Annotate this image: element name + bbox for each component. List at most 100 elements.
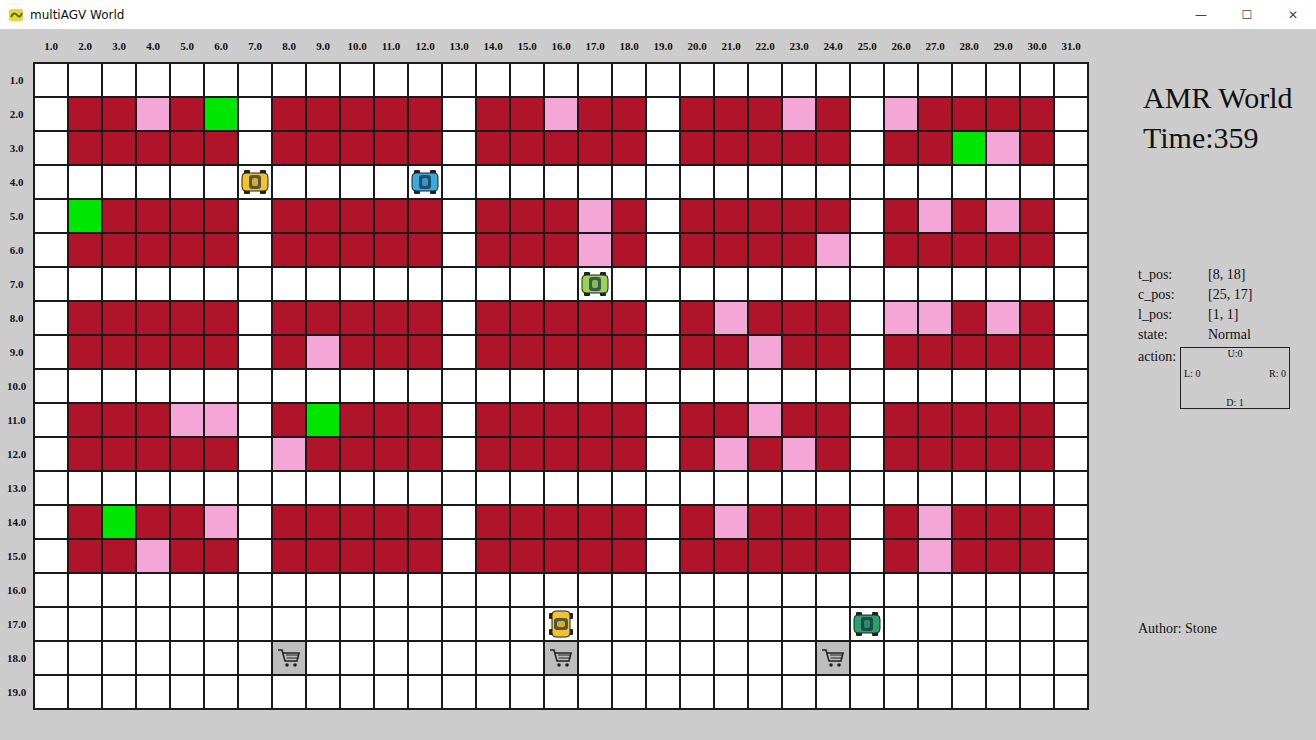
shelf-cell [681,506,713,538]
column-label: 19.0 [647,40,679,52]
shelf-cell [511,438,543,470]
row-label: 6.0 [0,234,33,266]
shelf-cell [171,302,203,334]
shelf-cell [681,132,713,164]
floor-cell [375,166,407,198]
agv-robot-icon [411,170,439,194]
floor-cell [953,166,985,198]
floor-cell [885,166,917,198]
shelf-cell [477,132,509,164]
floor-cell [103,166,135,198]
shelf-cell [749,302,781,334]
floor-cell [171,642,203,674]
window-control-button[interactable]: ✕ [1270,0,1316,29]
floor-cell [171,166,203,198]
column-label: 12.0 [409,40,441,52]
shelf-cell [375,540,407,572]
shelf-cell [137,506,169,538]
shelf-cell [341,200,373,232]
floor-cell [307,268,339,300]
shelf-cell [885,540,917,572]
shelf-cell [749,438,781,470]
shelf-cell [783,234,815,266]
floor-cell [307,642,339,674]
floor-cell [341,64,373,96]
row-label: 19.0 [0,676,33,708]
floor-cell [579,472,611,504]
floor-cell [511,166,543,198]
column-label: 28.0 [953,40,985,52]
time-display: Time:359 [1143,118,1316,158]
floor-cell [647,438,679,470]
floor-cell [409,370,441,402]
window-control-button[interactable]: ☐ [1224,0,1270,29]
shelf-cell [511,506,543,538]
floor-cell [851,676,883,708]
pick-cell [749,404,781,436]
floor-cell [1055,268,1087,300]
floor-cell [205,676,237,708]
floor-cell [137,608,169,640]
shelf-cell [579,404,611,436]
pick-cell [137,540,169,572]
floor-cell [749,166,781,198]
shelf-cell [613,506,645,538]
window-control-button[interactable]: — [1178,0,1224,29]
row-label: 15.0 [0,540,33,572]
shelf-cell [171,336,203,368]
floor-cell [647,642,679,674]
info-label: state: [1138,327,1208,343]
shelf-cell [613,404,645,436]
shelf-cell [885,336,917,368]
world-view: 1.02.03.04.05.06.07.08.09.010.011.012.01… [0,30,1087,740]
floor-cell [1055,676,1087,708]
pick-cell [749,336,781,368]
floor-cell [681,642,713,674]
floor-cell [715,676,747,708]
shelf-cell [375,506,407,538]
shelf-cell [307,438,339,470]
shelf-cell [783,132,815,164]
floor-cell [715,370,747,402]
shelf-cell [1021,98,1053,130]
floor-cell [817,472,849,504]
floor-cell [851,132,883,164]
pick-cell [579,200,611,232]
floor-cell [749,64,781,96]
floor-cell [273,676,305,708]
floor-cell [749,676,781,708]
floor-cell [239,166,271,198]
floor-cell [239,234,271,266]
floor-cell [647,540,679,572]
column-label: 8.0 [273,40,305,52]
floor-cell [783,642,815,674]
floor-cell [783,574,815,606]
floor-cell [851,336,883,368]
floor-cell [919,574,951,606]
floor-cell [375,676,407,708]
floor-cell [817,608,849,640]
info-label: t_pos: [1138,267,1208,283]
floor-cell [35,166,67,198]
floor-cell [613,268,645,300]
row-label: 14.0 [0,506,33,538]
shelf-cell [409,132,441,164]
shelf-cell [205,438,237,470]
pick-cell [715,438,747,470]
floor-cell [1055,540,1087,572]
row-label: 4.0 [0,166,33,198]
floor-cell [647,404,679,436]
floor-cell [239,268,271,300]
floor-cell [205,64,237,96]
shelf-cell [953,404,985,436]
floor-cell [885,64,917,96]
shelf-cell [409,234,441,266]
floor-cell [987,268,1019,300]
shelf-cell [171,234,203,266]
floor-cell [137,676,169,708]
shelf-cell [137,302,169,334]
floor-cell [273,166,305,198]
shelf-cell [137,404,169,436]
floor-cell [579,64,611,96]
target-cell [103,506,135,538]
